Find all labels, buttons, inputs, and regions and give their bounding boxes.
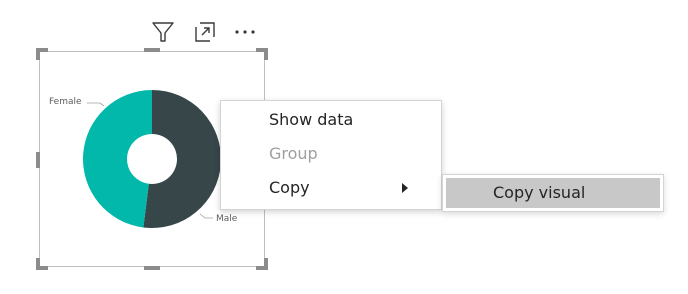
menu-item-copy[interactable]: Copy [221, 171, 441, 205]
menu-item-show-data[interactable]: Show data [221, 103, 441, 137]
submenu-arrow-icon [402, 183, 408, 193]
donut-slice-male[interactable] [143, 90, 222, 228]
leader-line-male [199, 213, 213, 219]
context-menu: Show data Group Copy [220, 100, 442, 210]
leader-line-female [87, 102, 105, 107]
menu-item-copy-visual[interactable]: Copy visual [446, 178, 660, 208]
menu-item-label: Group [269, 144, 318, 163]
menu-item-label: Show data [269, 110, 354, 129]
copy-submenu: Copy visual [442, 174, 664, 212]
data-label-male: Male [216, 214, 238, 224]
menu-item-group: Group [221, 137, 441, 171]
donut-slice-female[interactable] [83, 90, 152, 228]
menu-item-label: Copy [269, 178, 310, 197]
menu-item-label: Copy visual [493, 183, 586, 202]
data-label-female: Female [49, 97, 82, 107]
report-canvas: Female Male Show data Group Copy Copy vi… [0, 0, 688, 294]
